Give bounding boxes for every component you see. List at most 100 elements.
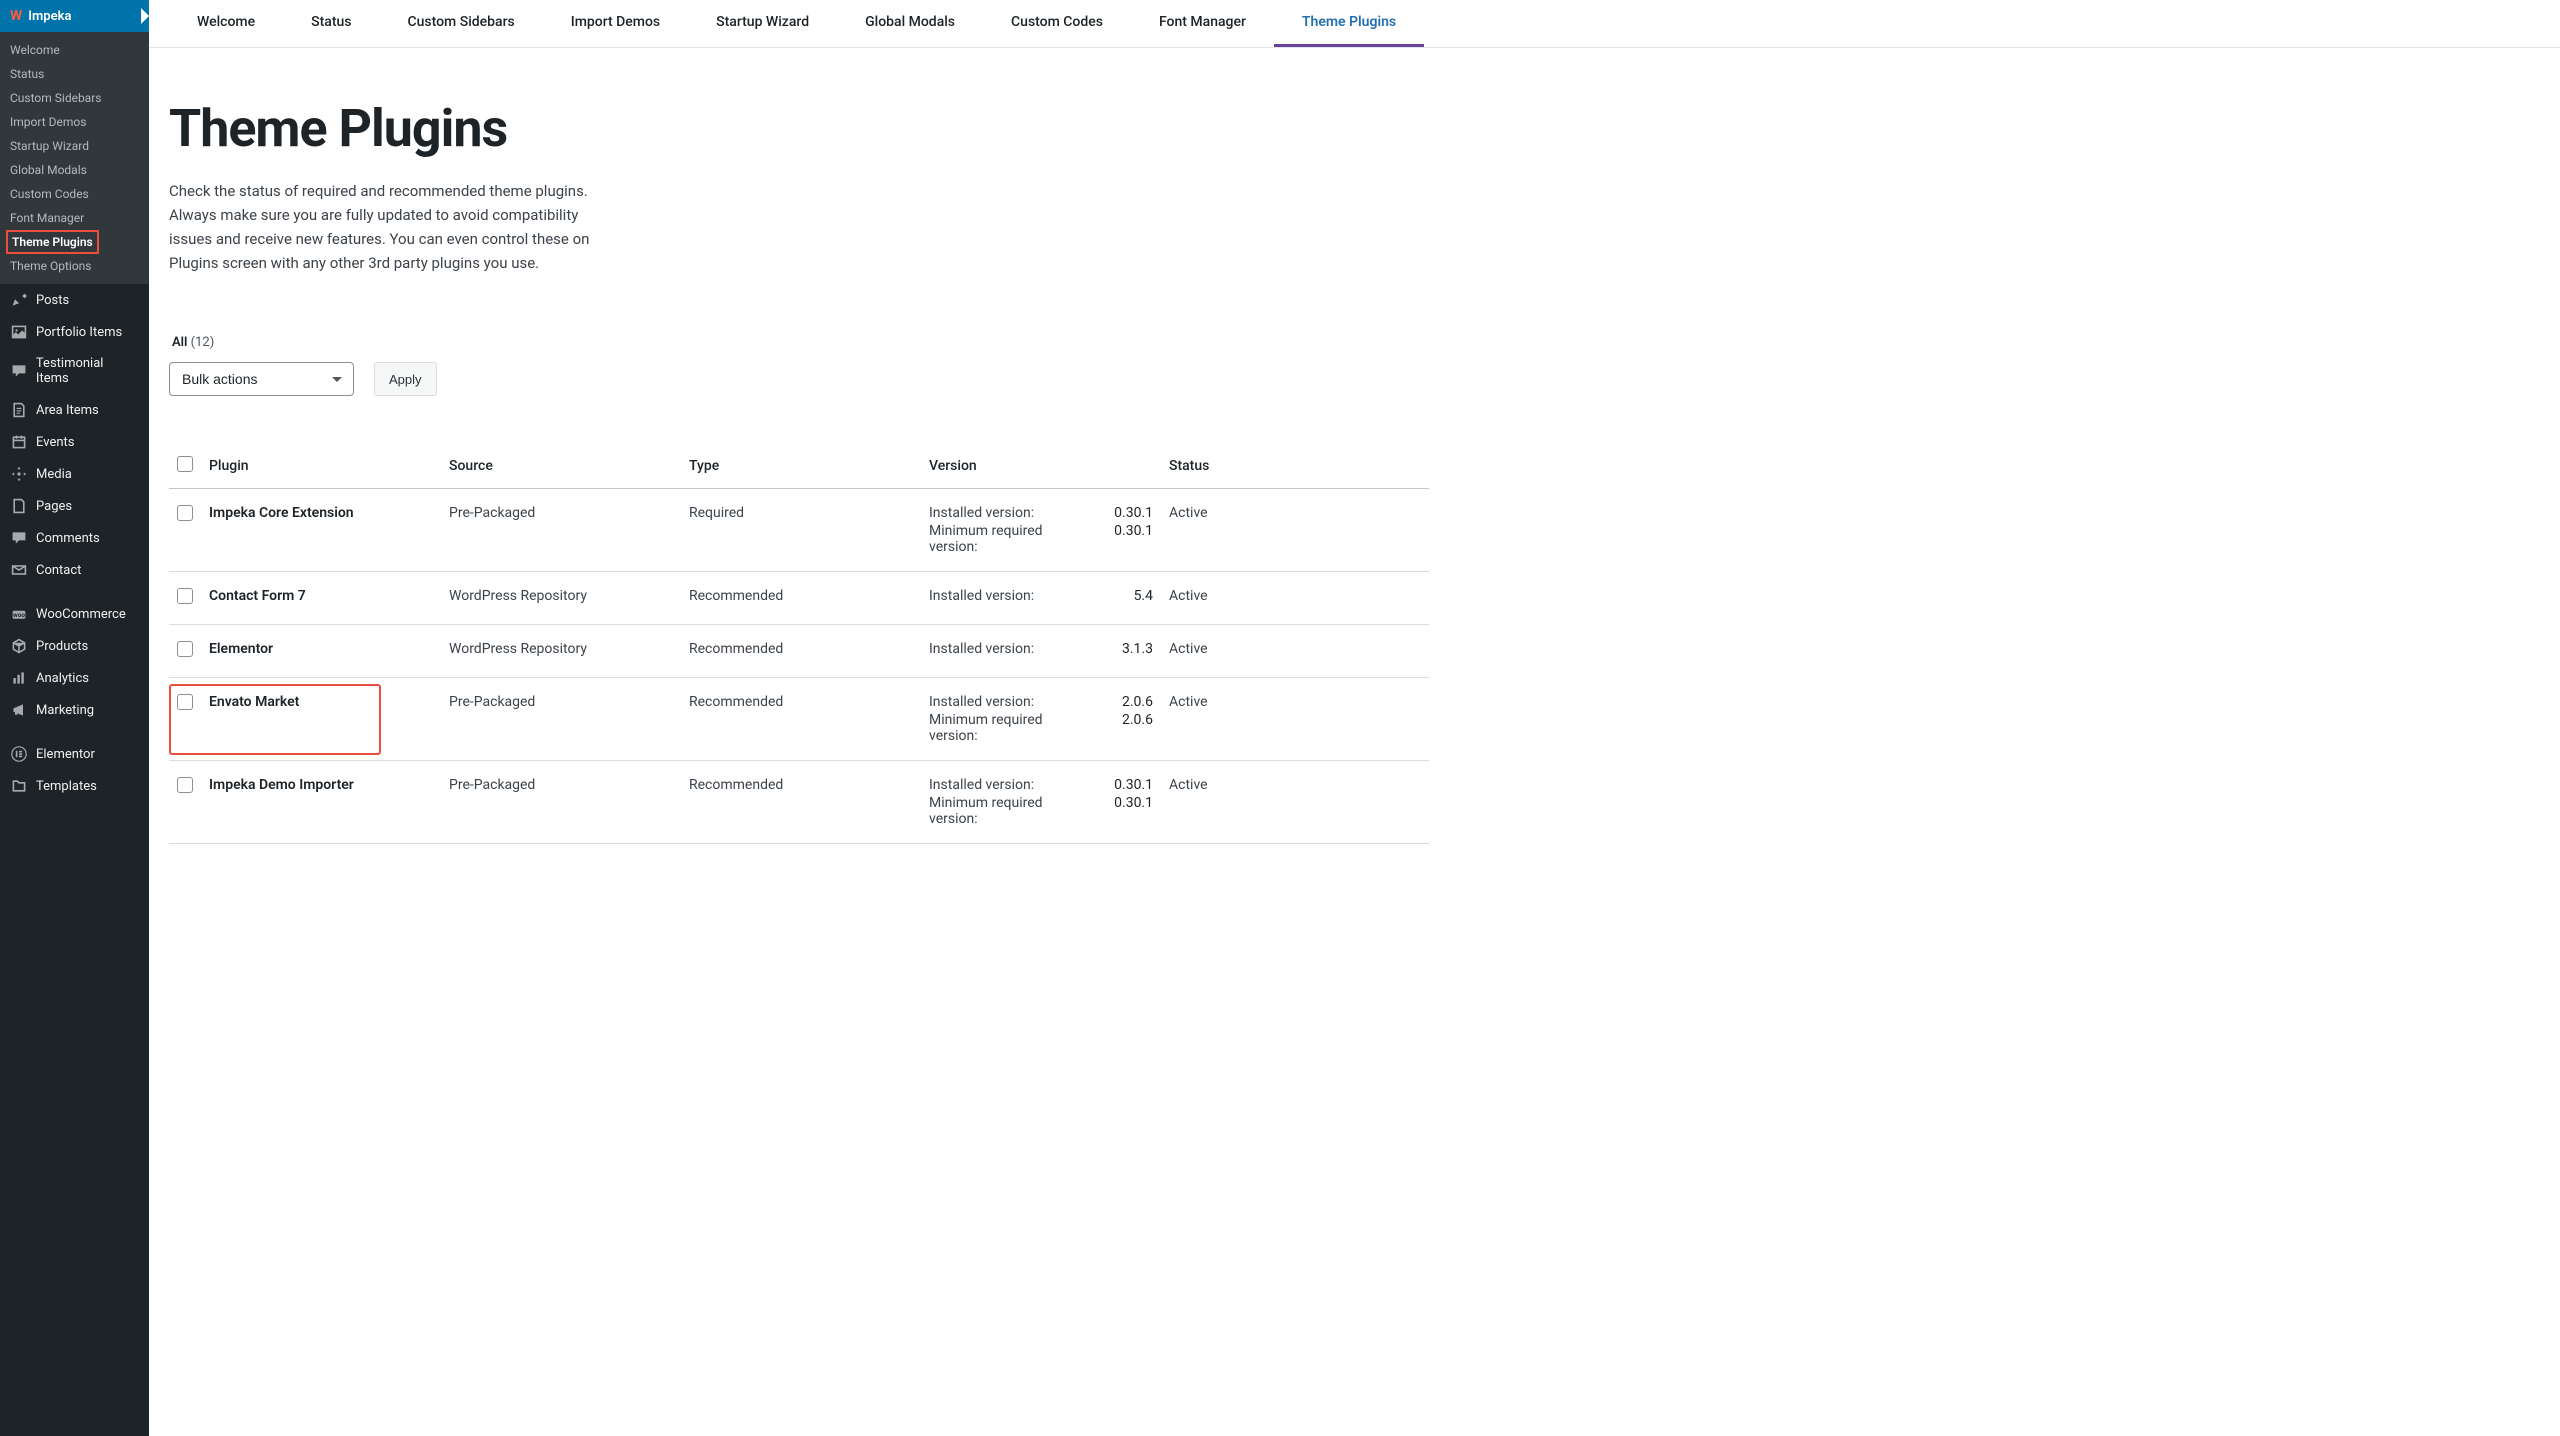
plugin-name: Impeka Demo Importer: [209, 777, 354, 793]
plugin-source: Pre-Packaged: [441, 678, 681, 761]
submenu-item-font-manager[interactable]: Font Manager: [0, 206, 149, 230]
tab-font-manager[interactable]: Font Manager: [1131, 0, 1274, 47]
header-type[interactable]: Type: [681, 446, 921, 489]
nav-item-testimonial[interactable]: Testimonial Items: [0, 348, 149, 394]
comments-icon: [10, 530, 28, 546]
plugin-status: Active: [1161, 489, 1429, 572]
tab-import-demos[interactable]: Import Demos: [543, 0, 688, 47]
submenu-item-custom-sidebars[interactable]: Custom Sidebars: [0, 86, 149, 110]
plugin-status: Active: [1161, 572, 1429, 625]
elementor-icon: [10, 746, 28, 762]
plugin-type: Recommended: [681, 761, 921, 844]
tab-theme-plugins[interactable]: Theme Plugins: [1274, 0, 1424, 47]
analytics-icon: [10, 670, 28, 686]
sidebar-submenu: WelcomeStatusCustom SidebarsImport Demos…: [0, 32, 149, 284]
row-checkbox[interactable]: [177, 777, 193, 793]
nav-item-marketing[interactable]: Marketing: [0, 694, 149, 726]
header-checkbox-cell: [169, 446, 201, 489]
nav-item-contact[interactable]: Contact: [0, 554, 149, 586]
nav-label: Posts: [36, 293, 69, 308]
testimonial-icon: [10, 363, 28, 379]
nav-label: Portfolio Items: [36, 325, 122, 340]
submenu-item-welcome[interactable]: Welcome: [0, 38, 149, 62]
brand-name: Impeka: [28, 9, 71, 24]
brand-logo-icon: W: [10, 8, 22, 24]
select-all-checkbox[interactable]: [177, 456, 193, 472]
tab-startup-wizard[interactable]: Startup Wizard: [688, 0, 837, 47]
tab-welcome[interactable]: Welcome: [169, 0, 283, 47]
row-checkbox[interactable]: [177, 641, 193, 657]
sidebar: W Impeka WelcomeStatusCustom SidebarsImp…: [0, 0, 149, 1436]
plugin-version: Installed version:2.0.6Minimum required …: [921, 678, 1161, 761]
row-checkbox[interactable]: [177, 505, 193, 521]
table-row: Impeka Core ExtensionPre-PackagedRequire…: [169, 489, 1429, 572]
posts-icon: [10, 292, 28, 308]
plugin-source: WordPress Repository: [441, 625, 681, 678]
area-icon: [10, 402, 28, 418]
table-row: Impeka Demo Importer Pre-PackagedRecommen…: [169, 761, 1429, 844]
plugin-status: Active: [1161, 761, 1429, 844]
nav-item-woocommerce[interactable]: woo WooCommerce: [0, 598, 149, 630]
row-checkbox[interactable]: [177, 588, 193, 604]
nav-item-products[interactable]: Products: [0, 630, 149, 662]
nav-item-comments[interactable]: Comments: [0, 522, 149, 554]
sidebar-brand[interactable]: W Impeka: [0, 0, 149, 32]
header-status[interactable]: Status: [1161, 446, 1429, 489]
page-title: Theme Plugins: [169, 98, 1429, 159]
nav-label: Elementor: [36, 747, 95, 762]
nav-label: Media: [36, 467, 72, 482]
tab-global-modals[interactable]: Global Modals: [837, 0, 983, 47]
nav-item-media[interactable]: Media: [0, 458, 149, 490]
filter-all-label: All: [172, 335, 187, 350]
media-icon: [10, 466, 28, 482]
svg-text:woo: woo: [13, 611, 25, 619]
bulk-actions-row: Bulk actions Apply: [169, 362, 1429, 396]
nav-item-templates[interactable]: Templates: [0, 770, 149, 802]
portfolio-icon: [10, 324, 28, 340]
pages-icon: [10, 498, 28, 514]
row-checkbox[interactable]: [177, 694, 193, 710]
plugin-source: WordPress Repository: [441, 572, 681, 625]
tab-custom-sidebars[interactable]: Custom Sidebars: [379, 0, 542, 47]
plugin-status: Active: [1161, 625, 1429, 678]
nav-label: Templates: [36, 779, 97, 794]
filter-count[interactable]: All (12): [169, 335, 1429, 350]
tab-status[interactable]: Status: [283, 0, 379, 47]
templates-icon: [10, 778, 28, 794]
nav-label: Testimonial Items: [36, 356, 139, 386]
submenu-item-import-demos[interactable]: Import Demos: [0, 110, 149, 134]
nav-item-posts[interactable]: Posts: [0, 284, 149, 316]
plugin-name: Contact Form 7: [209, 588, 306, 604]
table-row: ElementorWordPress RepositoryRecommended…: [169, 625, 1429, 678]
nav-item-portfolio[interactable]: Portfolio Items: [0, 316, 149, 348]
nav-item-events[interactable]: Events: [0, 426, 149, 458]
submenu-item-theme-plugins[interactable]: Theme Plugins: [6, 230, 99, 254]
nav-label: Products: [36, 639, 88, 654]
nav-label: Analytics: [36, 671, 89, 686]
nav-label: Pages: [36, 499, 72, 514]
marketing-icon: [10, 702, 28, 718]
tab-custom-codes[interactable]: Custom Codes: [983, 0, 1131, 47]
submenu-item-custom-codes[interactable]: Custom Codes: [0, 182, 149, 206]
table-row: Envato MarketPre-PackagedRecommendedInst…: [169, 678, 1429, 761]
header-source[interactable]: Source: [441, 446, 681, 489]
nav-item-elementor[interactable]: Elementor: [0, 738, 149, 770]
nav-item-pages[interactable]: Pages: [0, 490, 149, 522]
submenu-item-startup-wizard[interactable]: Startup Wizard: [0, 134, 149, 158]
plugin-version: Installed version:0.30.1Minimum required…: [921, 489, 1161, 572]
nav-item-area[interactable]: Area Items: [0, 394, 149, 426]
submenu-item-global-modals[interactable]: Global Modals: [0, 158, 149, 182]
plugin-source: Pre-Packaged: [441, 761, 681, 844]
submenu-item-theme-options[interactable]: Theme Options: [0, 254, 149, 278]
header-version[interactable]: Version: [921, 446, 1161, 489]
nav-item-analytics[interactable]: Analytics: [0, 662, 149, 694]
plugin-name: Elementor: [209, 641, 273, 657]
apply-button[interactable]: Apply: [374, 362, 437, 396]
bulk-actions-select[interactable]: Bulk actions: [169, 362, 354, 396]
header-plugin[interactable]: Plugin: [201, 446, 441, 489]
plugin-source: Pre-Packaged: [441, 489, 681, 572]
table-row: Contact Form 7WordPress RepositoryRecomm…: [169, 572, 1429, 625]
nav-label: WooCommerce: [36, 607, 126, 622]
submenu-item-status[interactable]: Status: [0, 62, 149, 86]
plugin-version: Installed version:3.1.3: [921, 625, 1161, 678]
